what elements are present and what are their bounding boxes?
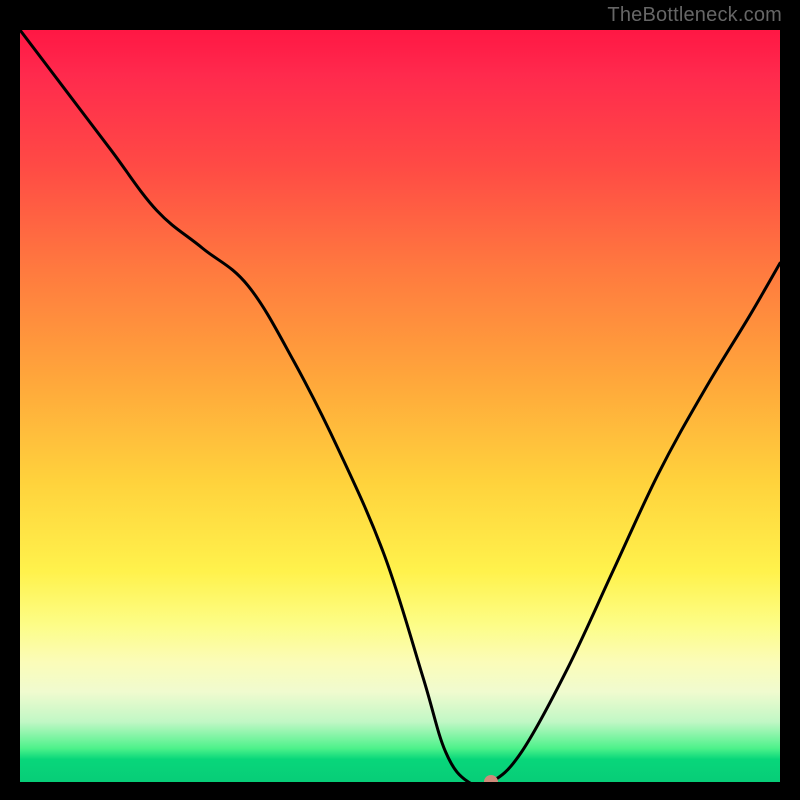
optimal-marker (484, 775, 498, 782)
curve-path (20, 30, 780, 782)
bottleneck-curve (20, 30, 780, 782)
plot-area (20, 30, 780, 782)
chart-frame: TheBottleneck.com (0, 0, 800, 800)
watermark-text: TheBottleneck.com (607, 4, 782, 27)
